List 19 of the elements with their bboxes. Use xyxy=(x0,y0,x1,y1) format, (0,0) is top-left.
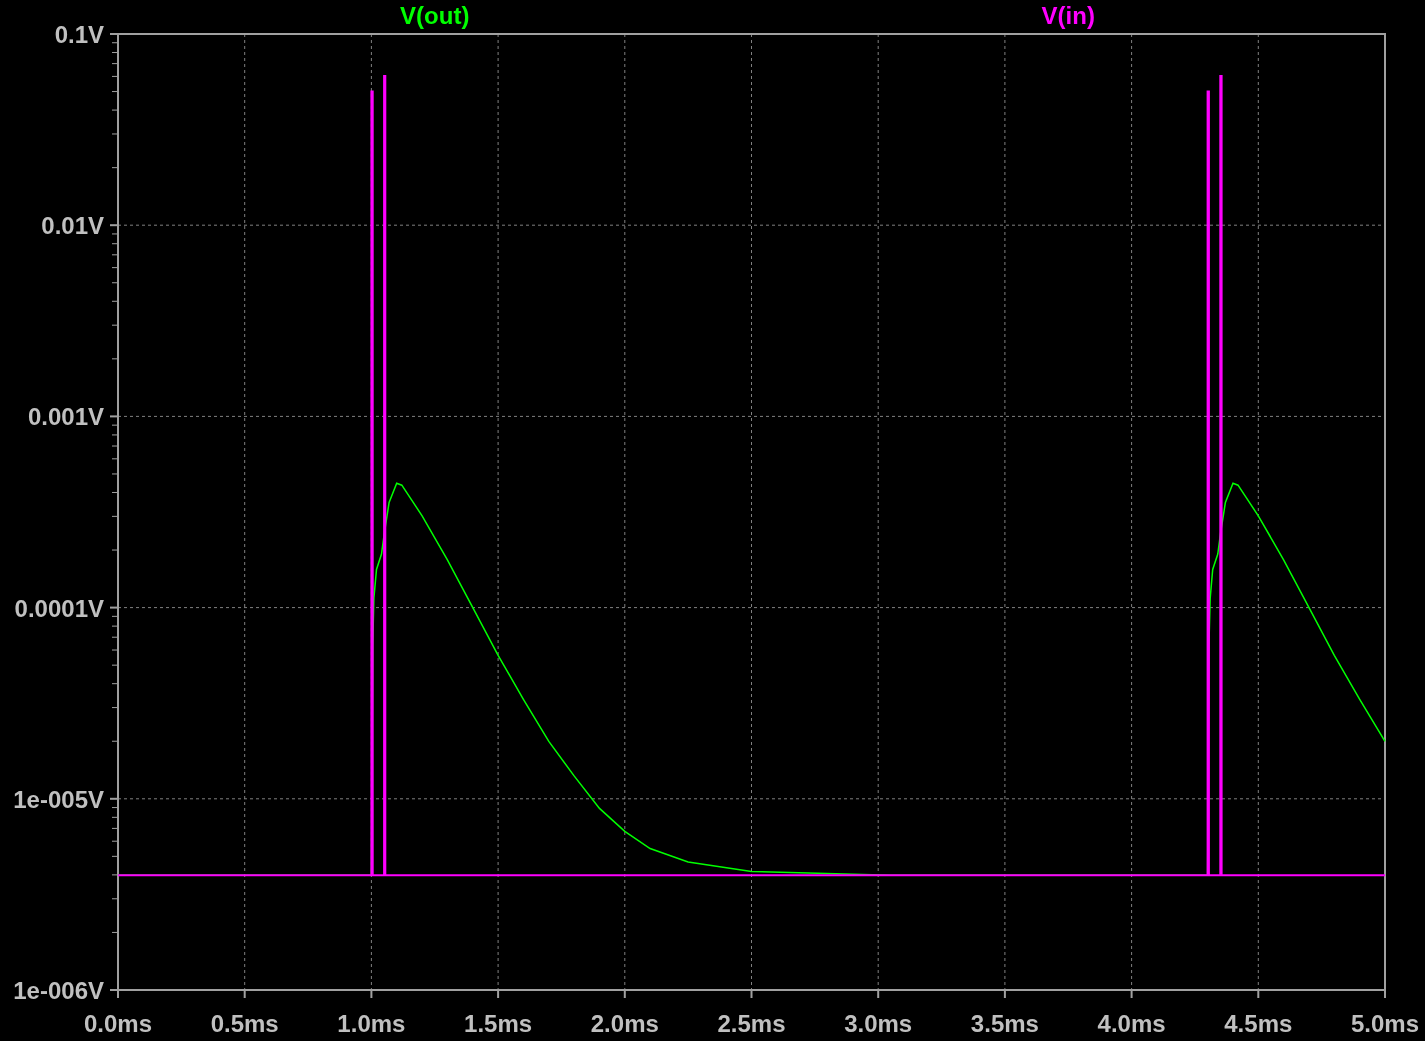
x-axis-label: 3.5ms xyxy=(970,1010,1039,1037)
x-axis-label: 4.0ms xyxy=(1097,1010,1166,1037)
y-axis-label: 1e-005V xyxy=(13,785,104,813)
y-axis-label: 0.001V xyxy=(27,403,104,431)
trace-label[interactable]: V(out) xyxy=(400,2,470,29)
x-axis-label: 0.0ms xyxy=(83,1010,153,1037)
x-axis-label: 1.5ms xyxy=(464,1010,533,1037)
x-axis-label: 1.0ms xyxy=(337,1010,406,1037)
y-axis-label: 0.0001V xyxy=(14,594,104,622)
y-axis-label: 1e-006V xyxy=(13,977,104,1004)
y-axis-label: 0.01V xyxy=(41,212,104,240)
x-axis-label: 3.0ms xyxy=(844,1010,913,1037)
x-axis-label: 5.0ms xyxy=(1350,1010,1420,1037)
x-axis-label: 2.5ms xyxy=(717,1010,786,1037)
trace-label[interactable]: V(in) xyxy=(1041,2,1095,29)
y-axis-label: 0.1V xyxy=(54,21,104,48)
x-axis-label: 2.0ms xyxy=(590,1010,659,1037)
x-axis-label: 4.5ms xyxy=(1224,1010,1293,1037)
x-axis-label: 0.5ms xyxy=(210,1010,279,1037)
